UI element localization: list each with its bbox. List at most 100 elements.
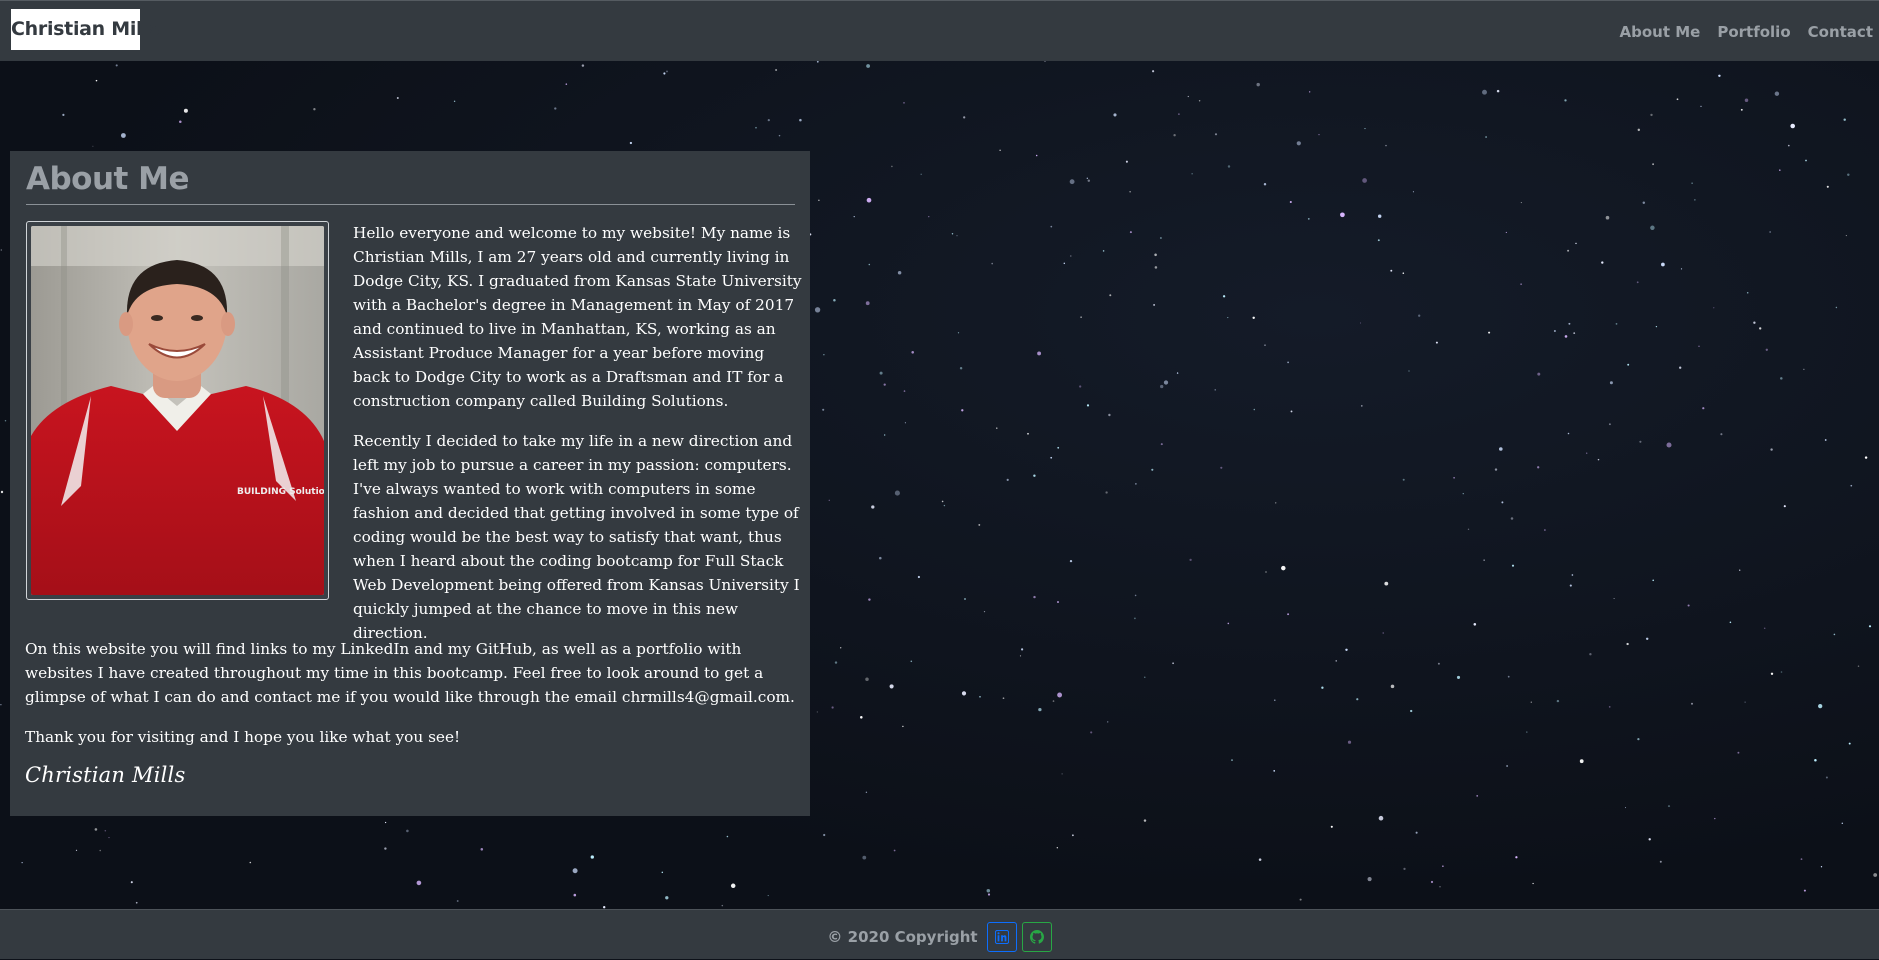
star (1172, 662, 1174, 665)
star (663, 72, 666, 75)
star (866, 197, 872, 203)
star (1589, 653, 1592, 656)
star (1661, 262, 1665, 267)
footer-content: © 2020 Copyright (0, 910, 1879, 960)
star (1057, 692, 1063, 698)
star (814, 307, 821, 313)
profile-photo-image: BUILDING Solutions (31, 226, 324, 595)
star (897, 271, 902, 275)
star (1496, 89, 1500, 93)
star (1290, 410, 1293, 413)
about-paragraph-4: Thank you for visiting and I hope you li… (25, 728, 461, 746)
star (1079, 385, 1082, 388)
nav-link-about-me[interactable]: About Me (1620, 23, 1701, 41)
shirt-logo-text: BUILDING Solutions (237, 487, 324, 497)
star (1537, 466, 1540, 469)
star (1143, 819, 1147, 822)
star (1107, 721, 1109, 723)
star (865, 301, 870, 306)
star (1847, 173, 1850, 177)
nav-link-contact[interactable]: Contact (1808, 23, 1873, 41)
star (1057, 601, 1059, 603)
star (1108, 413, 1111, 417)
star (1151, 468, 1154, 471)
star (1520, 202, 1522, 204)
star (1637, 128, 1641, 132)
star (879, 371, 883, 375)
star (996, 427, 998, 429)
star (62, 113, 65, 117)
star (1556, 699, 1560, 703)
linkedin-button[interactable] (986, 922, 1017, 952)
star (1214, 389, 1216, 391)
star (999, 149, 1001, 151)
star (1779, 169, 1781, 171)
star (1841, 822, 1844, 825)
star (1125, 160, 1128, 163)
star (1642, 201, 1646, 205)
star (1818, 703, 1823, 709)
star (823, 354, 825, 356)
star (1273, 770, 1276, 772)
star (1857, 665, 1860, 667)
star (1152, 70, 1155, 73)
star (1340, 212, 1345, 218)
star (1330, 825, 1333, 828)
star (1803, 889, 1806, 892)
star (384, 821, 387, 824)
star (1720, 433, 1723, 436)
star (902, 725, 904, 728)
star (1868, 625, 1872, 628)
star (1667, 805, 1671, 808)
star (828, 499, 830, 501)
star (1437, 662, 1440, 665)
star (1568, 322, 1571, 325)
signature: Christian Mills (25, 763, 186, 787)
star (1765, 348, 1768, 351)
github-button[interactable] (1021, 922, 1052, 952)
star (1189, 558, 1192, 562)
star (1666, 442, 1672, 448)
star (1038, 707, 1042, 712)
star (95, 79, 98, 82)
star (629, 141, 633, 145)
star (573, 893, 577, 897)
star (1265, 571, 1267, 573)
star (572, 868, 578, 874)
star (1567, 432, 1570, 435)
star (1571, 574, 1574, 576)
star (1605, 215, 1610, 220)
star (1403, 867, 1406, 871)
star (1296, 141, 1301, 146)
star (313, 108, 316, 111)
nav-link-portfolio[interactable]: Portfolio (1717, 23, 1790, 41)
star (1814, 758, 1817, 762)
about-title: About Me (26, 151, 795, 205)
star (1850, 484, 1853, 487)
star (1645, 637, 1649, 641)
star (183, 108, 188, 113)
star (1214, 133, 1218, 136)
star (1473, 623, 1477, 626)
star (1511, 564, 1515, 567)
star (871, 505, 875, 509)
star (1274, 502, 1277, 504)
star (1608, 423, 1611, 426)
star (1453, 476, 1455, 479)
star (1573, 332, 1576, 334)
star (834, 661, 838, 664)
brand-logo[interactable]: Christian Mills (11, 9, 160, 50)
star (1105, 491, 1108, 494)
star (1050, 456, 1053, 459)
star (1087, 179, 1091, 182)
star (1163, 380, 1169, 385)
star (1307, 218, 1310, 220)
star (1613, 597, 1615, 600)
star (1537, 372, 1541, 376)
star (1483, 559, 1485, 561)
star (1825, 776, 1828, 779)
star (1056, 847, 1058, 849)
star (1790, 123, 1795, 129)
star (951, 233, 954, 235)
star (1586, 452, 1588, 454)
